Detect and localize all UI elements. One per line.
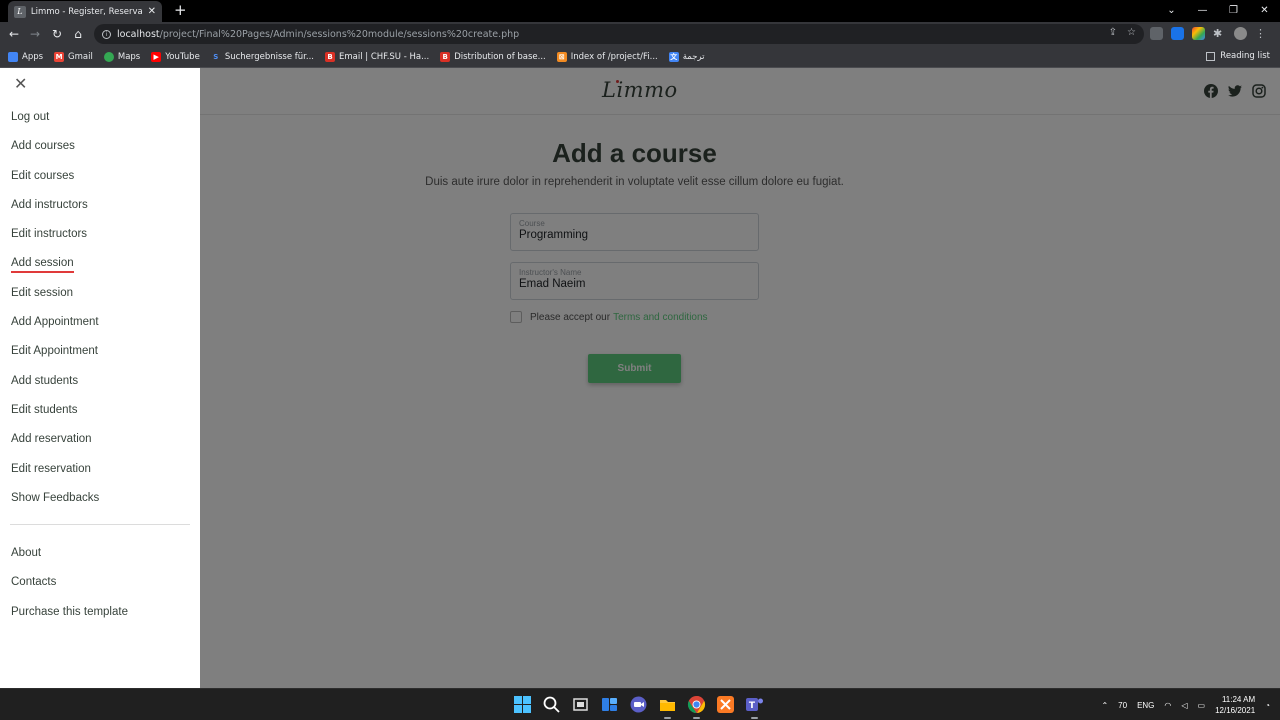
chrome-icon[interactable]	[687, 695, 706, 719]
bookmark-index[interactable]: ⊠ Index of /project/Fi...	[556, 51, 658, 62]
bookmark-gmail[interactable]: M Gmail	[54, 51, 93, 62]
new-tab-icon[interactable]: +	[174, 3, 187, 18]
nav-item-edit-students[interactable]: Edit students	[11, 400, 99, 429]
browser-tab-bar: L Limmo - Register, Reservation, C ✕ + ⌄…	[0, 0, 1280, 22]
address-bar[interactable]: i localhost /project/Final%20Pages/Admin…	[94, 24, 1144, 44]
search-icon[interactable]	[542, 695, 561, 714]
forward-icon[interactable]: →	[27, 26, 43, 42]
clock-time: 11:24 AM	[1221, 695, 1256, 704]
f-extension-icon[interactable]	[1171, 27, 1184, 40]
site-info-icon[interactable]: i	[102, 29, 111, 39]
nav-item-purchase-template[interactable]: Purchase this template	[11, 602, 128, 631]
nav-item-add-students[interactable]: Add students	[11, 371, 99, 400]
shield-extension-icon[interactable]	[1150, 27, 1163, 40]
apps-grid-icon	[8, 51, 18, 62]
secondary-menu: About Contacts Purchase this template	[11, 543, 128, 631]
close-tab-icon[interactable]: ✕	[148, 6, 156, 17]
task-view-icon[interactable]	[571, 695, 590, 714]
tab-search-icon[interactable]: ⌄	[1156, 0, 1187, 22]
url-path: /project/Final%20Pages/Admin/sessions%20…	[159, 28, 520, 40]
nav-item-about[interactable]: About	[11, 543, 128, 572]
nav-item-edit-instructors[interactable]: Edit instructors	[11, 224, 99, 253]
file-explorer-icon[interactable]	[658, 695, 677, 719]
xampp-icon: ⊠	[556, 51, 567, 62]
page-viewport: Limmo Add a course Duis aute irure dolor…	[0, 68, 1280, 688]
url-host: localhost	[117, 28, 160, 40]
translate-icon: 文	[668, 51, 679, 62]
browser-toolbar: ← → ↻ ⌂ i localhost /project/Final%20Pag…	[0, 22, 1280, 46]
bookmark-translate[interactable]: 文 ترجمة	[668, 51, 705, 62]
minimize-icon[interactable]: —	[1187, 0, 1218, 22]
share-icon[interactable]: ⇪	[1109, 27, 1117, 38]
nav-item-edit-reservation[interactable]: Edit reservation	[11, 459, 99, 488]
nav-item-add-session[interactable]: Add session	[11, 253, 99, 282]
restore-icon[interactable]: ❐	[1218, 0, 1249, 22]
admin-menu: Log out Add courses Edit courses Add ins…	[11, 107, 99, 517]
more-menu-icon[interactable]: ⋮	[1255, 27, 1268, 40]
nav-item-add-instructors[interactable]: Add instructors	[11, 195, 99, 224]
nav-item-edit-courses[interactable]: Edit courses	[11, 166, 99, 195]
home-icon[interactable]: ⌂	[70, 26, 86, 42]
nav-item-add-appointment[interactable]: Add Appointment	[11, 312, 99, 341]
bookmark-youtube[interactable]: ▶ YouTube	[151, 51, 200, 62]
gmail-icon: M	[54, 51, 65, 62]
notifications-icon[interactable]: ◔	[1265, 701, 1270, 710]
reload-icon[interactable]: ↻	[49, 26, 65, 42]
bookmarks-bar: Apps M Gmail Maps ▶ YouTube S Suchergebniss…	[0, 46, 1280, 68]
bookmark-email[interactable]: B Email | CHF.SU - Ha...	[325, 51, 429, 62]
nav-item-edit-appointment[interactable]: Edit Appointment	[11, 341, 99, 370]
close-icon[interactable]: ✕	[14, 76, 27, 92]
tray-overflow-icon[interactable]: ⌃	[1101, 701, 1108, 710]
battery-icon[interactable]: ▭	[1198, 701, 1206, 710]
side-navigation: ✕ Log out Add courses Edit courses Add i…	[0, 68, 200, 688]
puzzle-extensions-icon[interactable]: ✱	[1213, 27, 1226, 40]
volume-icon[interactable]: ◁	[1181, 701, 1187, 710]
bookmark-apps[interactable]: Apps	[8, 51, 43, 62]
system-tray: ⌃ 70 ENG ◠ ◁ ▭ 11:24 AM 12/16/2021 ◔	[1101, 689, 1270, 720]
close-window-icon[interactable]: ✕	[1249, 0, 1280, 22]
taskbar-apps: T	[513, 695, 764, 719]
xampp-taskbar-icon[interactable]	[716, 695, 735, 714]
site-favicon-icon: L	[14, 5, 26, 18]
color-extension-icon[interactable]	[1192, 27, 1205, 40]
teams-icon[interactable]: T	[745, 695, 764, 719]
reading-list-button[interactable]: Reading list	[1206, 51, 1270, 61]
extensions-area: ✱ ⋮	[1150, 27, 1268, 40]
reading-list-icon	[1206, 51, 1216, 61]
s-icon: S	[213, 52, 219, 61]
back-icon[interactable]: ←	[6, 26, 22, 42]
widgets-icon[interactable]	[600, 695, 619, 714]
b-icon: B	[325, 51, 335, 62]
nav-item-add-reservation[interactable]: Add reservation	[11, 429, 99, 458]
clock-date: 12/16/2021	[1215, 706, 1256, 715]
bookmark-maps[interactable]: Maps	[103, 51, 140, 62]
nav-item-edit-session[interactable]: Edit session	[11, 283, 99, 312]
tab-title: Limmo - Register, Reservation, C	[30, 6, 142, 17]
bookmark-suchergebnisse[interactable]: S Suchergebnisse für...	[211, 52, 314, 62]
nav-item-show-feedbacks[interactable]: Show Feedbacks	[11, 488, 99, 517]
weather-reading[interactable]: 70	[1118, 701, 1127, 710]
windows-start-icon[interactable]	[513, 695, 532, 714]
browser-tab[interactable]: L Limmo - Register, Reservation, C ✕	[8, 1, 162, 22]
window-controls: ⌄ — ❐ ✕	[1156, 0, 1280, 22]
b-icon: B	[440, 51, 451, 62]
nav-item-add-courses[interactable]: Add courses	[11, 136, 99, 165]
bookmark-star-icon[interactable]: ☆	[1127, 27, 1136, 38]
nav-item-contacts[interactable]: Contacts	[11, 572, 128, 601]
language-indicator[interactable]: ENG	[1137, 701, 1154, 710]
clock[interactable]: 11:24 AM 12/16/2021	[1215, 694, 1255, 716]
maps-pin-icon	[103, 51, 114, 62]
nav-divider	[10, 524, 190, 525]
profile-avatar-icon[interactable]	[1234, 27, 1247, 40]
wifi-icon[interactable]: ◠	[1164, 701, 1171, 710]
bookmark-distribution[interactable]: B Distribution of base...	[440, 51, 546, 62]
nav-item-log-out[interactable]: Log out	[11, 107, 99, 136]
chat-icon[interactable]	[629, 695, 648, 714]
svg-text:T: T	[749, 701, 756, 711]
os-taskbar: T ⌃ 70 ENG ◠ ◁ ▭ 11:24 AM 12/16/2021 ◔	[0, 688, 1280, 720]
youtube-icon: ▶	[151, 51, 162, 62]
